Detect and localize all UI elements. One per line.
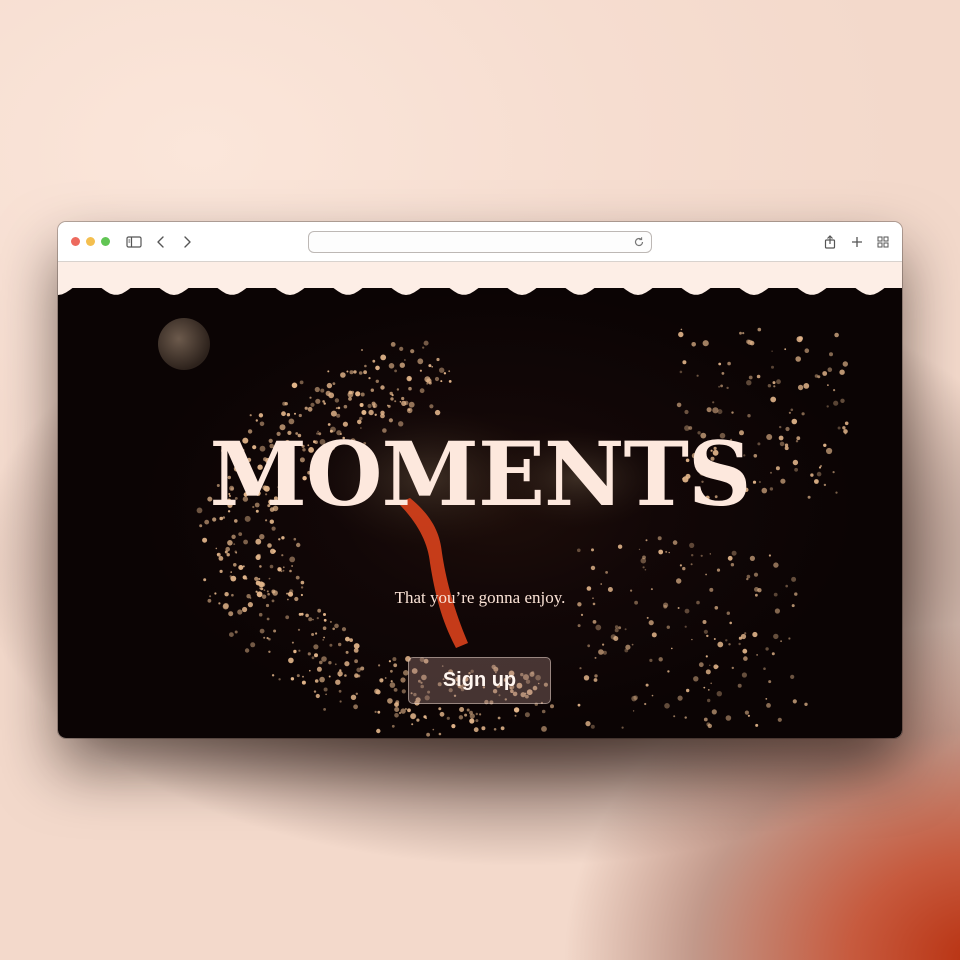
sidebar-icon[interactable] <box>125 233 143 251</box>
tab-grid-icon[interactable] <box>874 233 892 251</box>
sign-up-button[interactable]: Sign up <box>408 657 551 704</box>
moon-image <box>158 318 210 370</box>
hero-section: MOMENTS That you’re gonna enjoy. Sign up <box>58 288 902 738</box>
browser-window: MOMENTS That you’re gonna enjoy. Sign up <box>58 222 902 738</box>
chevron-left-icon[interactable] <box>152 233 170 251</box>
plus-icon[interactable] <box>848 233 866 251</box>
zoom-window-button[interactable] <box>101 237 110 246</box>
hero-title: MOMENTS <box>209 422 751 526</box>
close-window-button[interactable] <box>71 237 80 246</box>
hero-subtitle: That you’re gonna enjoy. <box>394 588 566 607</box>
page-viewport: MOMENTS That you’re gonna enjoy. Sign up <box>58 262 902 738</box>
wave-border <box>58 262 902 295</box>
chevron-right-icon[interactable] <box>178 233 196 251</box>
minimize-window-button[interactable] <box>86 237 95 246</box>
share-icon[interactable] <box>821 233 839 251</box>
browser-toolbar <box>58 222 902 262</box>
address-bar[interactable] <box>308 231 652 253</box>
reload-icon[interactable] <box>633 235 645 247</box>
